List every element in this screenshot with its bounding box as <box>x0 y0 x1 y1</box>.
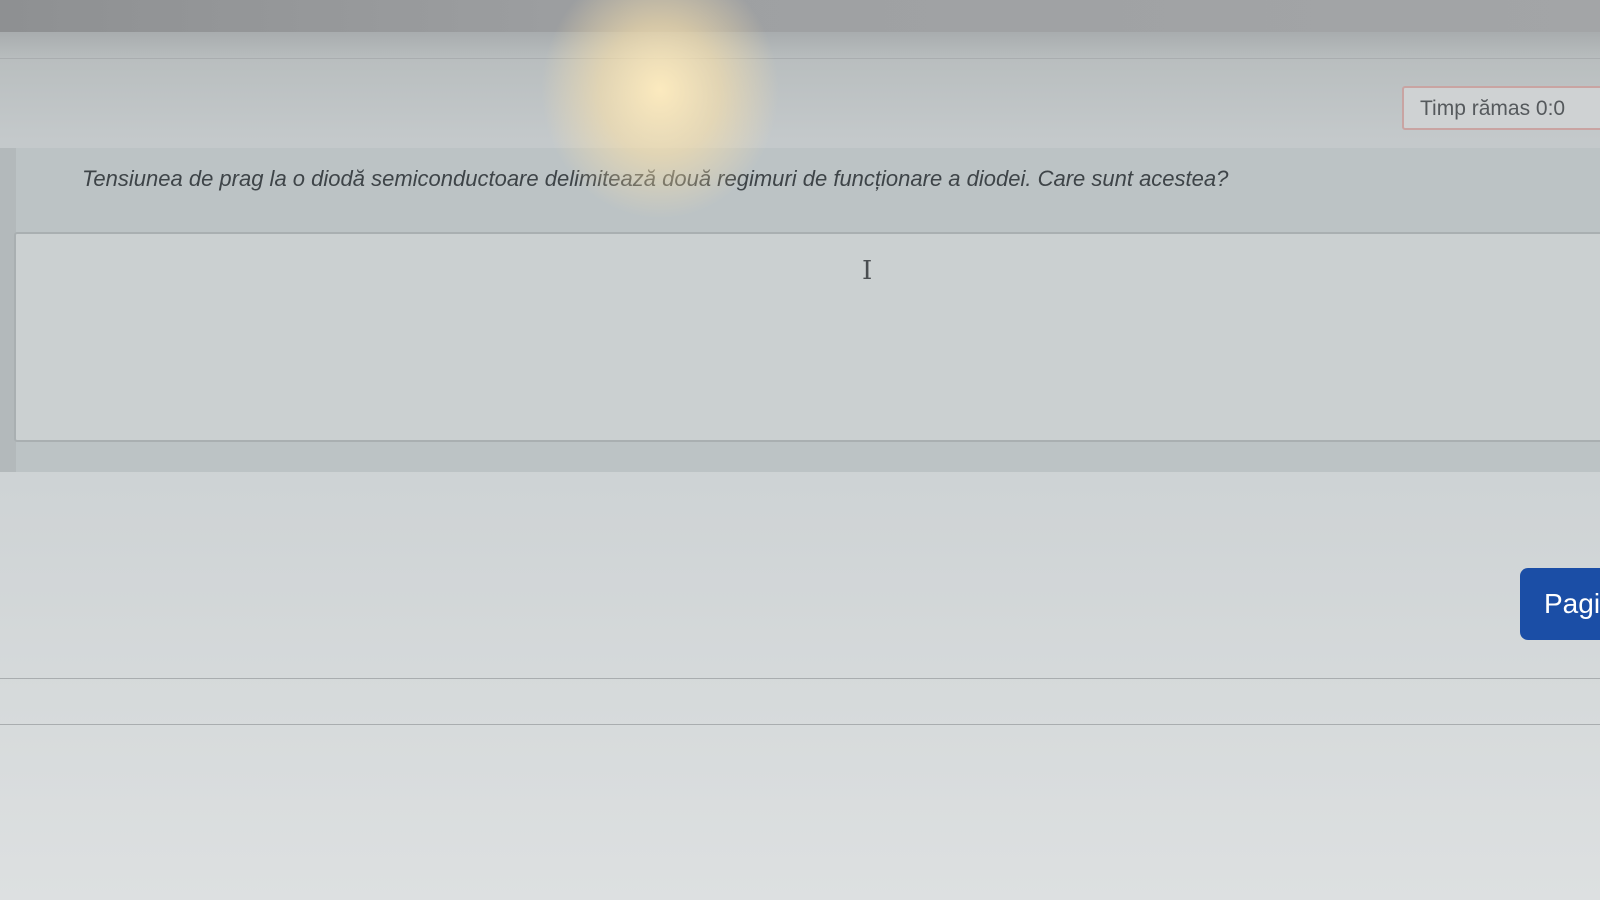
text-cursor-icon: I <box>862 256 873 286</box>
next-page-button[interactable]: Pagi <box>1520 568 1600 640</box>
time-remaining-text: Timp rămas 0:0 <box>1420 97 1566 120</box>
divider-bottom <box>0 724 1600 725</box>
divider-top <box>0 32 1600 33</box>
time-remaining-badge: Timp rămas 0:0 <box>1402 86 1600 130</box>
browser-top-band <box>0 0 1600 32</box>
quiz-page: Timp rămas 0:0 Tensiunea de prag la o di… <box>0 0 1600 900</box>
question-text: Tensiunea de prag la o diodă semiconduct… <box>82 166 1229 191</box>
divider-header <box>0 58 1600 59</box>
divider-footer <box>0 678 1600 679</box>
answer-textarea[interactable] <box>14 232 1600 442</box>
